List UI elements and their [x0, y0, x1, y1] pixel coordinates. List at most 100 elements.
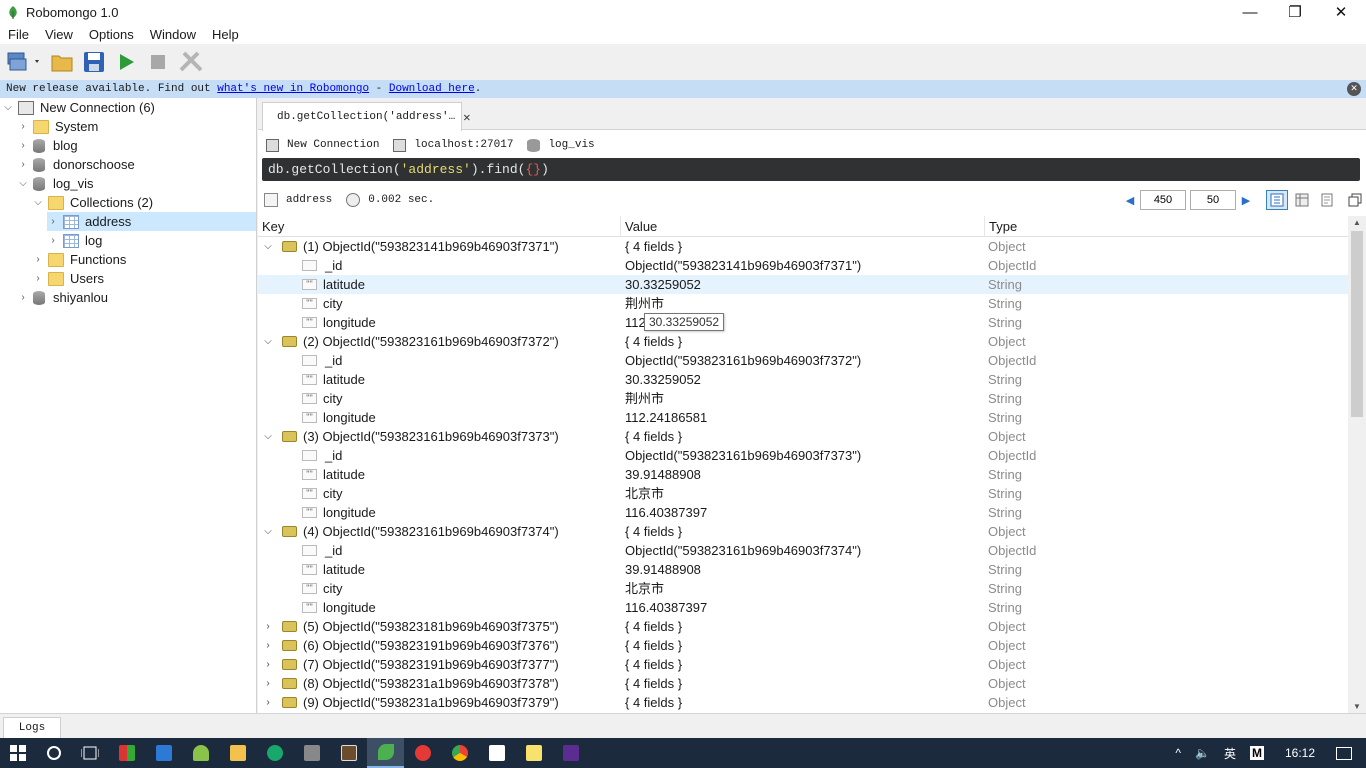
- document-row[interactable]: › (8) ObjectId("5938231a1b969b46903f7378"…: [258, 674, 1348, 693]
- skip-input[interactable]: [1140, 190, 1186, 210]
- chevron-up-icon[interactable]: ^: [1175, 746, 1181, 760]
- document-row[interactable]: › (9) ObjectId("5938231a1b969b46903f7379"…: [258, 693, 1348, 712]
- taskbar-app-11[interactable]: [478, 738, 515, 768]
- field-row[interactable]: "" latitude 39.91488908 String: [258, 560, 1348, 579]
- notice-close-icon[interactable]: ✕: [1347, 82, 1361, 96]
- tab-query-address[interactable]: db.getCollection('address'… ✕: [262, 102, 470, 131]
- chevron-right-icon[interactable]: ›: [262, 678, 274, 689]
- execute-button[interactable]: [112, 47, 140, 77]
- chevron-right-icon[interactable]: ›: [17, 159, 29, 170]
- taskbar-app-9[interactable]: [404, 738, 441, 768]
- menu-help[interactable]: Help: [204, 27, 247, 42]
- chevron-right-icon[interactable]: ›: [17, 140, 29, 151]
- chevron-down-icon[interactable]: ⌵: [17, 178, 29, 189]
- chevron-right-icon[interactable]: ›: [32, 273, 44, 284]
- chevron-down-icon[interactable]: ⌵: [262, 431, 274, 442]
- document-row[interactable]: ⌵ (1) ObjectId("593823141b969b46903f7371"…: [258, 237, 1348, 256]
- chevron-right-icon[interactable]: ›: [17, 121, 29, 132]
- column-type[interactable]: Type: [985, 216, 1348, 237]
- minimize-button[interactable]: —: [1227, 0, 1273, 24]
- download-link[interactable]: Download here: [389, 83, 475, 95]
- scroll-up-icon[interactable]: ▲: [1348, 218, 1366, 227]
- tree-db-donorschoose[interactable]: › donorschoose: [17, 155, 257, 174]
- tree-collections[interactable]: ⌵ Collections (2): [32, 193, 257, 212]
- prev-page-icon[interactable]: ◀: [1122, 194, 1138, 207]
- chevron-down-icon[interactable]: ⌵: [262, 526, 274, 537]
- scroll-thumb[interactable]: [1351, 231, 1363, 417]
- limit-input[interactable]: [1190, 190, 1236, 210]
- connect-button[interactable]: [4, 47, 44, 77]
- start-button[interactable]: [0, 738, 36, 768]
- field-row[interactable]: "" city 荆州市 String: [258, 294, 1348, 313]
- menu-view[interactable]: View: [37, 27, 81, 42]
- tree-view-button[interactable]: [1266, 190, 1288, 210]
- tree-connection[interactable]: ⌵ New Connection (6): [2, 98, 257, 117]
- field-row[interactable]: "" city 北京市 String: [258, 484, 1348, 503]
- search-button[interactable]: [36, 738, 72, 768]
- field-row[interactable]: "" longitude 112.24186581 String: [258, 408, 1348, 427]
- clock[interactable]: 16:12: [1285, 746, 1315, 760]
- save-button[interactable]: [80, 47, 108, 77]
- chevron-down-icon[interactable]: ⌵: [32, 197, 44, 208]
- field-row[interactable]: "" latitude 30.33259052 String: [258, 370, 1348, 389]
- taskbar-app-robomongo[interactable]: [367, 738, 404, 768]
- chevron-right-icon[interactable]: ›: [17, 292, 29, 303]
- field-row[interactable]: "" longitude 116.40387397 String: [258, 598, 1348, 617]
- column-key[interactable]: Key: [258, 216, 621, 237]
- field-row[interactable]: "" city 荆州市 String: [258, 389, 1348, 408]
- tree-db-shiyanlou[interactable]: › shiyanlou: [17, 288, 257, 307]
- field-row[interactable]: "" city 北京市 String: [258, 579, 1348, 598]
- field-row[interactable]: _id ObjectId("593823161b969b46903f7374") O…: [258, 541, 1348, 560]
- chevron-down-icon[interactable]: ⌵: [2, 102, 14, 113]
- tree-system[interactable]: › System: [17, 117, 257, 136]
- stop-button[interactable]: [144, 47, 172, 77]
- taskbar-app-6[interactable]: [293, 738, 330, 768]
- field-row[interactable]: "" longitude 116.40387397 String: [258, 503, 1348, 522]
- document-row[interactable]: ⌵ (3) ObjectId("593823161b969b46903f7373"…: [258, 427, 1348, 446]
- tree-db-blog[interactable]: › blog: [17, 136, 257, 155]
- tree-users[interactable]: › Users: [32, 269, 257, 288]
- menu-file[interactable]: File: [0, 27, 37, 42]
- field-row[interactable]: "" latitude 30.33259052 String: [258, 275, 1348, 294]
- results-scrollbar[interactable]: ▲ ▼: [1348, 216, 1366, 713]
- format-button[interactable]: [176, 47, 206, 77]
- taskbar-app-4[interactable]: [219, 738, 256, 768]
- field-row[interactable]: _id ObjectId("593823161b969b46903f7373") O…: [258, 446, 1348, 465]
- query-editor[interactable]: db.getCollection('address').find({}): [262, 158, 1360, 181]
- close-button[interactable]: ✕: [1318, 0, 1364, 24]
- logs-tab[interactable]: Logs: [3, 717, 61, 738]
- document-row[interactable]: › (6) ObjectId("593823191b969b46903f7376"…: [258, 636, 1348, 655]
- volume-icon[interactable]: 🔈: [1195, 746, 1210, 760]
- taskbar-app-2[interactable]: [145, 738, 182, 768]
- taskbar-app-5[interactable]: [256, 738, 293, 768]
- chevron-down-icon[interactable]: ⌵: [262, 241, 274, 252]
- chevron-right-icon[interactable]: ›: [262, 659, 274, 670]
- open-button[interactable]: [48, 47, 76, 77]
- chevron-right-icon[interactable]: ›: [32, 254, 44, 265]
- chevron-right-icon[interactable]: ›: [47, 235, 59, 246]
- field-row[interactable]: "" latitude 39.91488908 String: [258, 465, 1348, 484]
- chevron-right-icon[interactable]: ›: [262, 697, 274, 708]
- column-value[interactable]: Value: [621, 216, 985, 237]
- taskbar-app-1[interactable]: [108, 738, 145, 768]
- task-view-button[interactable]: [72, 738, 108, 768]
- tree-functions[interactable]: › Functions: [32, 250, 257, 269]
- taskbar-app-10[interactable]: [441, 738, 478, 768]
- next-page-icon[interactable]: ▶: [1238, 194, 1254, 207]
- tree-collection-log[interactable]: › log: [47, 231, 257, 250]
- chevron-right-icon[interactable]: ›: [262, 621, 274, 632]
- whats-new-link[interactable]: what's new in Robomongo: [217, 83, 369, 95]
- table-view-button[interactable]: [1291, 190, 1313, 210]
- chevron-right-icon[interactable]: ›: [262, 640, 274, 651]
- field-row[interactable]: _id ObjectId("593823141b969b46903f7371") O…: [258, 256, 1348, 275]
- tab-close-icon[interactable]: ✕: [463, 110, 470, 125]
- document-row[interactable]: › (5) ObjectId("593823181b969b46903f7375"…: [258, 617, 1348, 636]
- taskbar-app-12[interactable]: [515, 738, 552, 768]
- tree-db-log-vis[interactable]: ⌵ log_vis: [17, 174, 257, 193]
- taskbar-app-13[interactable]: [552, 738, 589, 768]
- chevron-right-icon[interactable]: ›: [47, 216, 59, 227]
- document-row[interactable]: › (7) ObjectId("593823191b969b46903f7377"…: [258, 655, 1348, 674]
- chevron-down-icon[interactable]: ⌵: [262, 336, 274, 347]
- input-language[interactable]: 英: [1224, 745, 1236, 762]
- menu-options[interactable]: Options: [81, 27, 142, 42]
